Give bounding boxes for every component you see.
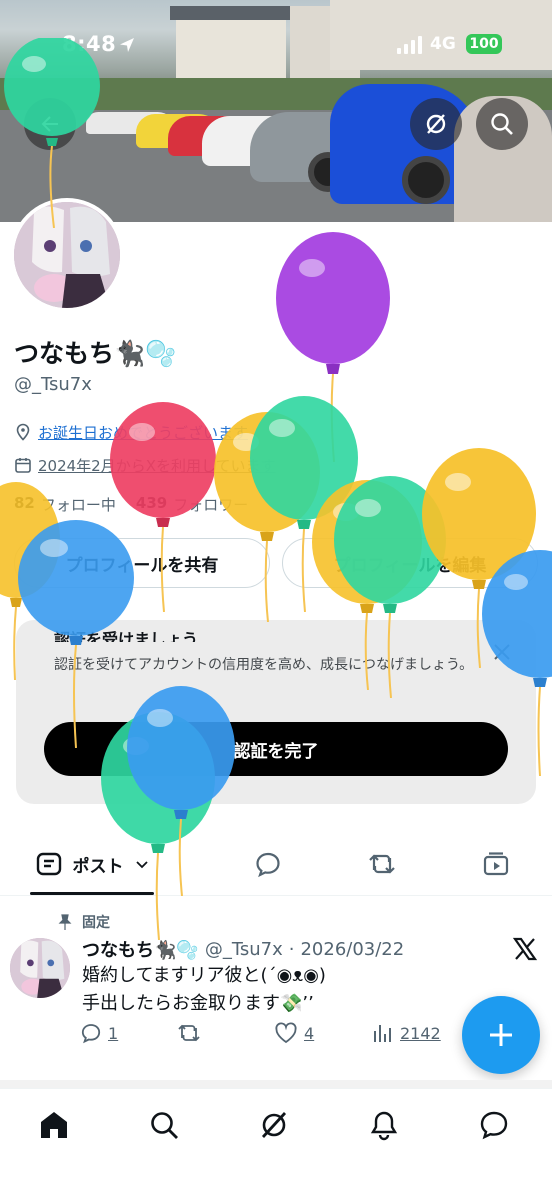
pinned-text: 固定: [82, 915, 110, 931]
location-arrow-icon: [120, 38, 134, 52]
pin-icon: [58, 914, 72, 930]
follow-stats: 82 フォロー中 439 フォロワー: [14, 494, 248, 515]
compose-post-button[interactable]: [462, 996, 540, 1074]
nav-messages[interactable]: [474, 1105, 514, 1145]
following-count[interactable]: 82: [14, 494, 35, 515]
nav-grok[interactable]: [254, 1105, 294, 1145]
post-separator: ·: [288, 938, 295, 960]
joined-date-text: 2024年2月からXを利用しています: [38, 456, 276, 475]
heart-icon: [275, 1022, 297, 1044]
search-button[interactable]: [476, 98, 528, 150]
messages-icon: [480, 1111, 508, 1140]
calendar-icon: [15, 458, 31, 473]
verification-card: 認証を受けましょう 認証を受けてアカウントの信用度を高め、成長につなげましょう。…: [16, 620, 536, 804]
replies-icon: [256, 852, 280, 878]
like-count[interactable]: 4: [304, 1024, 314, 1043]
tab-replies[interactable]: [248, 834, 288, 894]
location-pin-icon: [16, 423, 30, 441]
home-icon: [41, 1112, 67, 1138]
grok-icon: [426, 114, 446, 134]
views-icon: [374, 1025, 391, 1042]
status-bar: 8:48 4G 100: [0, 28, 552, 64]
x-logo-icon: [512, 937, 538, 961]
followers-count[interactable]: 439: [136, 494, 167, 515]
post-author-handle[interactable]: @_Tsu7x: [205, 939, 283, 960]
search-icon: [491, 113, 513, 135]
share-profile-button[interactable]: プロフィールを共有: [14, 538, 270, 588]
followers-label[interactable]: フォロワー: [173, 494, 248, 515]
following-label[interactable]: フォロー中: [41, 494, 116, 515]
tab-posts[interactable]: ポスト: [30, 834, 154, 894]
birthday-row[interactable]: お誕生日おめでとうございます: [14, 420, 248, 444]
post-header: つなもち🐈‍⬛🫧 @_Tsu7x · 2026/03/22: [82, 936, 404, 962]
view-count[interactable]: 2142: [400, 1024, 441, 1043]
feed-divider: [0, 1080, 552, 1088]
network-type: 4G: [430, 34, 456, 54]
post-author-name[interactable]: つなもち🐈‍⬛🫧: [82, 936, 199, 962]
active-tab-indicator: [30, 892, 154, 895]
like-button[interactable]: 4: [274, 1022, 314, 1044]
banner-roof: [170, 6, 292, 20]
post-text-line: 手出したらお金取ります💸’’: [82, 993, 314, 1014]
notifications-icon: [370, 1111, 398, 1141]
birthday-link[interactable]: お誕生日おめでとうございます: [38, 422, 248, 443]
reposts-icon: [369, 854, 395, 874]
pinned-label: 固定: [58, 912, 110, 932]
post-author-avatar[interactable]: [10, 938, 70, 998]
reply-icon: [81, 1024, 101, 1044]
battery-indicator: 100: [466, 34, 502, 54]
posts-icon: [36, 852, 61, 876]
post-date[interactable]: 2026/03/22: [300, 939, 404, 960]
edit-profile-button[interactable]: プロフィールを編集: [282, 538, 538, 588]
joined-row: 2024年2月からXを利用しています: [14, 453, 276, 477]
tab-posts-label: ポスト: [72, 856, 124, 877]
media-icon: [483, 852, 509, 876]
chevron-down-icon: [135, 861, 148, 869]
verification-title: 認証を受けましょう: [54, 630, 199, 642]
nav-notifications[interactable]: [364, 1105, 404, 1145]
reply-button[interactable]: 1: [80, 1022, 118, 1044]
status-time: 8:48: [62, 32, 117, 56]
post-text: 婚約してますリア彼と(´◉ᴥ◉) 手出したらお金取ります💸’’: [82, 962, 326, 1018]
profile-display-name: つなもち🐈‍⬛🫧: [14, 339, 177, 368]
cellular-signal-icon: [397, 36, 422, 54]
close-icon[interactable]: [490, 640, 514, 664]
profile-handle: @_Tsu7x: [14, 374, 92, 395]
tab-media[interactable]: [476, 834, 516, 894]
tab-reposts[interactable]: [362, 834, 402, 894]
avatar-illustration: [10, 938, 70, 998]
post-text-line: 婚約してますリア彼と(´◉ᴥ◉): [82, 965, 326, 986]
profile-tabs: ポスト: [0, 834, 552, 896]
reply-count[interactable]: 1: [108, 1024, 118, 1043]
avatar-illustration: [14, 202, 120, 308]
back-button[interactable]: [24, 98, 76, 150]
views-button[interactable]: 2142: [372, 1022, 441, 1044]
bottom-navigation: [0, 1088, 552, 1200]
nav-home[interactable]: [34, 1105, 74, 1145]
repost-icon: [178, 1024, 200, 1042]
nav-search[interactable]: [144, 1105, 184, 1145]
verification-body: 認証を受けてアカウントの信用度を高め、成長につなげましょう。: [54, 657, 474, 673]
repost-button[interactable]: [176, 1022, 202, 1044]
grok-icon: [261, 1112, 287, 1138]
profile-avatar[interactable]: [10, 198, 124, 312]
search-icon: [151, 1112, 178, 1139]
balloon-purple: [276, 232, 390, 462]
arrow-left-icon: [41, 116, 58, 132]
plus-icon: [490, 1024, 512, 1046]
grok-button[interactable]: [410, 98, 462, 150]
complete-verification-button[interactable]: 認証を完了: [44, 722, 508, 776]
